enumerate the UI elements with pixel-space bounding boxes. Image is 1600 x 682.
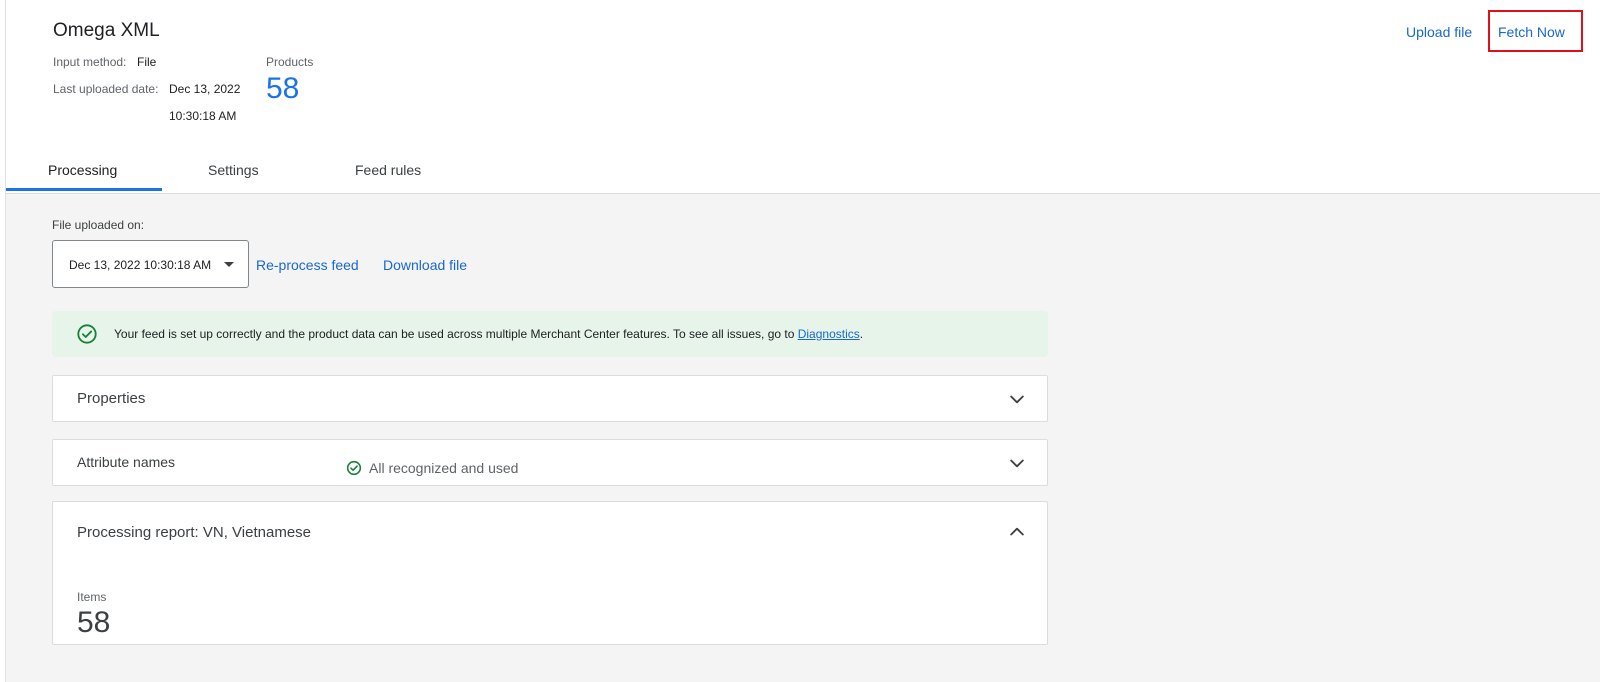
input-method-value: File <box>137 55 157 69</box>
processing-panel: File uploaded on: Dec 13, 2022 10:30:18 … <box>6 194 1600 682</box>
upload-date-select[interactable]: Dec 13, 2022 10:30:18 AM <box>52 240 249 288</box>
products-count: 58 <box>266 72 300 105</box>
items-label: Items <box>77 590 107 604</box>
reprocess-feed-button[interactable]: Re-process feed <box>256 257 359 273</box>
caret-down-icon <box>224 262 234 267</box>
tab-feed-rules[interactable]: Feed rules <box>355 162 421 178</box>
upload-date-value: Dec 13, 2022 10:30:18 AM <box>69 258 212 272</box>
feed-detail-page: Omega XML Input method: File Last upload… <box>5 0 1600 682</box>
last-uploaded-label: Last uploaded date: <box>53 82 159 96</box>
fetch-now-button[interactable]: Fetch Now <box>1498 24 1565 40</box>
items-count: 58 <box>77 606 111 639</box>
tab-settings[interactable]: Settings <box>208 162 259 178</box>
banner-end: . <box>859 327 864 341</box>
attribute-status: All recognized and used <box>369 460 519 476</box>
check-circle-icon <box>77 324 97 344</box>
tab-processing[interactable]: Processing <box>48 162 117 178</box>
input-method-label: Input method: <box>53 55 127 69</box>
properties-card[interactable]: Properties <box>52 375 1048 422</box>
chevron-down-icon[interactable] <box>1007 389 1027 409</box>
feed-tabs: Processing Settings Feed rules <box>6 152 1600 194</box>
properties-title: Properties <box>77 390 146 407</box>
chevron-down-icon[interactable] <box>1007 453 1027 473</box>
attribute-names-card[interactable]: Attribute names All recognized and used <box>52 439 1048 486</box>
last-uploaded-date: Dec 13, 2022 <box>169 82 241 96</box>
banner-message: Your feed is set up correctly and the pr… <box>114 327 863 341</box>
products-label: Products <box>266 55 314 69</box>
file-uploaded-label: File uploaded on: <box>52 218 145 232</box>
attribute-names-title: Attribute names <box>77 454 176 470</box>
last-uploaded-time: 10:30:18 AM <box>169 109 237 123</box>
upload-file-button[interactable]: Upload file <box>1406 24 1472 40</box>
diagnostics-link[interactable]: Diagnostics <box>798 327 860 341</box>
processing-report-card: Processing report: VN, Vietnamese Items … <box>52 501 1048 645</box>
banner-text: Your feed is set up correctly and the pr… <box>114 327 798 341</box>
page-title: Omega XML <box>53 20 160 41</box>
active-tab-indicator <box>6 188 162 191</box>
check-circle-icon <box>346 460 362 476</box>
feed-status-banner: Your feed is set up correctly and the pr… <box>52 311 1048 357</box>
processing-report-title: Processing report: VN, Vietnamese <box>77 524 312 541</box>
download-file-button[interactable]: Download file <box>383 257 467 273</box>
chevron-up-icon[interactable] <box>1007 522 1027 542</box>
